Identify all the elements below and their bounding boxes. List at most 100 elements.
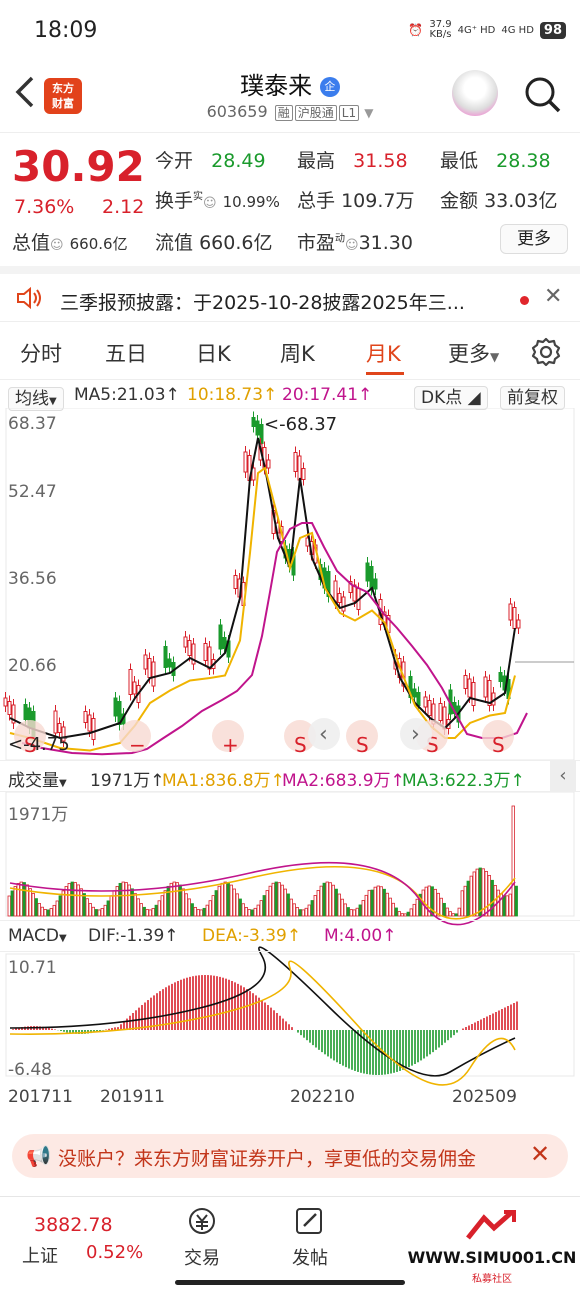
candle-body [297, 455, 302, 481]
scroll-arrow-label: ‹ [319, 722, 328, 747]
volume-bar [40, 906, 44, 917]
volume-bar [322, 882, 326, 917]
volume-bar [136, 898, 140, 917]
index-name[interactable]: 上证 [22, 1242, 58, 1268]
volume-bar [283, 888, 287, 917]
macd-selector[interactable]: MACD▼ [8, 926, 67, 946]
dk-button[interactable]: DK点 ◢ [414, 383, 488, 410]
volume-bar [391, 902, 395, 917]
candle-body [23, 704, 28, 720]
volume-value: 1971万↑ [90, 771, 165, 791]
settings-gear-icon[interactable] [530, 336, 562, 372]
volume-bar [238, 898, 242, 917]
volume-bar [124, 882, 128, 917]
volume-bar [361, 900, 365, 917]
candle-body [243, 451, 248, 473]
macd-dif: DIF:-1.39↑ [88, 926, 179, 946]
candle-body [508, 603, 513, 621]
volume-bar [451, 913, 455, 917]
volume-bar [190, 903, 194, 917]
ma-line [21, 522, 528, 756]
ma-line [9, 437, 516, 740]
volume-bar [118, 882, 122, 917]
candles [3, 411, 521, 747]
volume-bar [220, 882, 224, 917]
volume-bar [235, 893, 239, 917]
candle-body [3, 697, 8, 707]
macd-y-top: 10.71 [8, 958, 57, 978]
alarm-icon: ⏰ [408, 23, 424, 37]
volume-bar [406, 911, 410, 917]
candle-body [251, 417, 256, 427]
tab-weekly[interactable]: 周K [280, 338, 315, 368]
tab-daily[interactable]: 日K [196, 338, 231, 368]
tab-5day[interactable]: 五日 [105, 338, 147, 368]
open-account-banner[interactable]: 📢 没账户？来东方财富证券开户，享更低的交易佣金 ✕ [12, 1134, 568, 1178]
volume-bar [343, 903, 347, 917]
volume-bar [100, 908, 104, 917]
collapse-panel-icon[interactable]: ‹ [550, 760, 576, 792]
amount-field: 金额 33.03亿 [440, 190, 558, 212]
index-value[interactable]: 3882.78 [34, 1214, 113, 1236]
search-icon[interactable] [522, 74, 562, 114]
volume-bar [352, 909, 356, 917]
turnover-field: 换手实☺ 10.99% [155, 190, 280, 212]
notice-bar[interactable]: 三季报预披露：于2025-10-28披露2025年三... ✕ [0, 266, 580, 322]
tab-intraday[interactable]: 分时 [20, 338, 62, 368]
trade-icon[interactable] [186, 1206, 218, 1240]
volume-bar [298, 909, 302, 917]
volume-bar [472, 871, 476, 917]
volume-bar [286, 893, 290, 917]
volume-bar [367, 889, 371, 917]
more-button[interactable]: 更多 [500, 224, 568, 254]
candle-body [83, 711, 88, 723]
candle-body [222, 637, 227, 649]
post-icon[interactable] [294, 1206, 326, 1240]
y-label-4: 20.66 [8, 656, 57, 676]
ma-selector[interactable]: 均线▼ [8, 384, 64, 411]
volume-bar [409, 908, 413, 917]
volume-bar [325, 881, 329, 917]
pe-field: 市盈动☺31.30 [297, 232, 413, 254]
volume-bar [370, 889, 374, 917]
candle-body [373, 578, 378, 590]
volume-bar [58, 895, 62, 917]
candle-body [427, 700, 432, 716]
volume-selector[interactable]: 成交量▼ [8, 766, 67, 791]
vol-ma1: MA1:836.8万↑ [162, 771, 285, 791]
candle-body [369, 566, 374, 590]
close-icon[interactable]: ✕ [544, 284, 562, 309]
volume-bar [133, 893, 137, 917]
volume-bar [394, 907, 398, 917]
post-label[interactable]: 发帖 [292, 1244, 328, 1270]
enterprise-badge: 企 [319, 77, 340, 97]
banner-close-icon[interactable]: ✕ [530, 1140, 550, 1168]
volume-bar [142, 906, 146, 917]
candle-body [233, 575, 238, 589]
volume-bar [313, 895, 317, 917]
volume-bar [358, 904, 362, 917]
volume-bar [49, 908, 53, 917]
trade-label[interactable]: 交易 [184, 1244, 220, 1270]
volume-y-label: 1971万 [8, 805, 69, 825]
volume-bar [280, 884, 284, 917]
tab-monthly[interactable]: 月K [366, 338, 401, 368]
volume-bar [163, 890, 167, 917]
candle-body [255, 420, 260, 436]
volume-bars [7, 805, 518, 926]
candle-body [337, 593, 342, 603]
watermark: WWW.SIMU001.CN 私募社区 [404, 1206, 580, 1285]
tab-more[interactable]: 更多▼ [448, 338, 499, 368]
volume-bar [253, 907, 257, 917]
volume-bar [109, 895, 113, 917]
volume-bar [463, 885, 467, 917]
volume-bar [337, 893, 341, 917]
volume-bar [265, 890, 269, 917]
volume-bar [97, 909, 101, 917]
candle-body [463, 675, 468, 689]
restoration-button[interactable]: 前复权 [500, 383, 565, 410]
volume-bar [178, 884, 182, 917]
robot-avatar[interactable] [452, 70, 498, 116]
signal-2: 4G HD [501, 24, 534, 36]
volume-bar [91, 906, 95, 917]
